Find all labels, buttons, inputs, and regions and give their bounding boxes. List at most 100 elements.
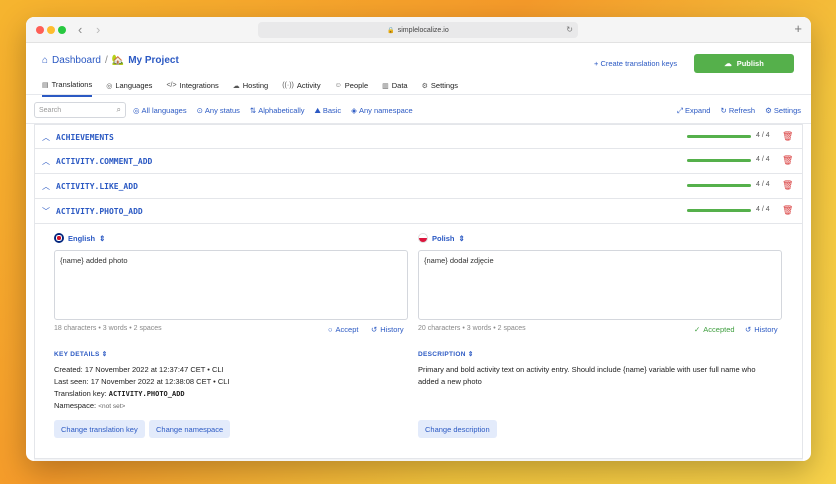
publish-button[interactable]: ☁ Publish	[694, 54, 794, 73]
settings-label: Settings	[773, 106, 801, 115]
check-circle-icon: ✓	[694, 325, 701, 334]
search-input[interactable]: Search ⌕	[34, 102, 126, 118]
trash-icon[interactable]: 🗑	[782, 205, 793, 216]
trash-icon[interactable]: 🗑	[782, 180, 793, 191]
url-text: simplelocalize.io	[397, 26, 449, 34]
settings-button[interactable]: ⚙ Settings	[765, 106, 801, 116]
accepted-label: Accepted	[703, 325, 735, 334]
english-stats: 18 characters • 3 words • 2 spaces	[54, 325, 162, 332]
globe-icon: ◎	[133, 106, 140, 115]
filter-label: Basic	[322, 106, 342, 115]
progress-label: 4 / 4	[756, 132, 770, 139]
chevron-updown-icon: ⇕	[467, 351, 474, 358]
circle-icon: ○	[328, 325, 333, 334]
database-icon: ▥	[382, 82, 389, 90]
key-details-title[interactable]: KEY DETAILS ⇕	[54, 350, 108, 358]
chevron-updown-icon: ⇕	[101, 351, 108, 358]
change-description-button[interactable]: Change description	[418, 420, 497, 438]
trash-icon[interactable]: 🗑	[782, 131, 793, 142]
browser-titlebar: ‹ › 🔒 simplelocalize.io ↻ +	[26, 17, 811, 43]
translation-key-value: ACTIVITY.PHOTO_ADD	[108, 390, 185, 398]
english-language-header[interactable]: English ⇕	[54, 233, 105, 243]
sort-filter[interactable]: ⇅ Alphabetically	[250, 106, 305, 116]
expand-button[interactable]: ⤢ Expand	[677, 106, 711, 116]
breadcrumb-separator: /	[104, 55, 108, 66]
create-translation-keys-link[interactable]: + Create translation keys	[594, 59, 677, 68]
language-label: Polish	[432, 233, 455, 243]
change-translation-key-button[interactable]: Change translation key	[54, 420, 145, 438]
polish-translation-field[interactable]: {name} dodał zdjęcie	[418, 250, 782, 320]
trash-icon[interactable]: 🗑	[782, 155, 793, 166]
filters-bar: ◎ All languages ⊙ Any status ⇅ Alphabetical…	[133, 106, 413, 116]
accept-button[interactable]: ○ Accept	[328, 325, 358, 334]
tab-label: Integrations	[179, 81, 219, 90]
history-label: History	[754, 325, 778, 334]
created-info: Created: 17 November 2022 at 12:37:47 CE…	[54, 365, 224, 374]
poland-flag-icon	[418, 233, 428, 243]
chevron-up-icon[interactable]: ︿	[42, 181, 50, 192]
key-details: Created: 17 November 2022 at 12:37:47 CE…	[54, 364, 230, 413]
key-row[interactable]: ︿ ACTIVITY.COMMENT_ADD 4 / 4 🗑	[34, 149, 803, 174]
address-bar[interactable]: 🔒 simplelocalize.io ↻	[258, 22, 578, 38]
progress-label: 4 / 4	[756, 181, 770, 188]
toolbar-actions: ⤢ Expand ↻ Refresh ⚙ Settings	[677, 106, 801, 116]
gear-icon: ⚙	[421, 82, 428, 90]
publish-label: Publish	[736, 59, 764, 68]
chevron-down-icon[interactable]: ﹀	[42, 206, 50, 217]
project-emoji-icon: 🏡	[111, 55, 125, 66]
reload-icon[interactable]: ↻	[566, 25, 573, 34]
browser-window: ‹ › 🔒 simplelocalize.io ↻ + ⌂ Dashboard …	[26, 17, 811, 461]
progress-label: 4 / 4	[756, 156, 770, 163]
progress-bar	[687, 209, 751, 212]
expand-icon: ⤢	[676, 106, 685, 115]
key-row[interactable]: ﹀ ACTIVITY.PHOTO_ADD 4 / 4 🗑	[34, 199, 803, 224]
filter-label: Alphabetically	[258, 106, 305, 115]
project-name[interactable]: My Project	[128, 55, 179, 66]
search-placeholder: Search	[39, 106, 62, 114]
minimize-window-button[interactable]	[47, 26, 55, 34]
refresh-label: Refresh	[728, 106, 756, 115]
all-languages-filter[interactable]: ◎ All languages	[133, 106, 187, 116]
change-namespace-button[interactable]: Change namespace	[149, 420, 231, 438]
tab-label: Data	[391, 81, 408, 90]
history-icon: ↺	[745, 325, 752, 334]
any-status-filter[interactable]: ⊙ Any status	[197, 106, 240, 116]
breadcrumb: ⌂ Dashboard / 🏡 My Project	[42, 55, 179, 66]
refresh-button[interactable]: ↻ Refresh	[720, 106, 755, 116]
tab-label: Hosting	[242, 81, 269, 90]
filter-label: Any namespace	[358, 106, 413, 115]
tab-label: Languages	[115, 81, 153, 90]
back-arrow-icon[interactable]: ‹	[78, 22, 82, 37]
chevron-up-icon[interactable]: ︿	[42, 156, 50, 167]
description-title[interactable]: DESCRIPTION ⇕	[418, 350, 474, 358]
description-text: Primary and bold activity text on activi…	[418, 365, 756, 386]
history-icon: ↺	[371, 325, 378, 334]
key-row[interactable]: ︿ ACTIVITY.LIKE_ADD 4 / 4 🗑	[34, 174, 803, 199]
accepted-status[interactable]: ✓ Accepted	[694, 325, 735, 334]
people-icon: ☺	[334, 82, 342, 89]
cloud-icon: ☁	[232, 82, 240, 90]
history-label: History	[380, 325, 404, 334]
progress-fill	[687, 209, 751, 212]
progress-bar	[687, 135, 751, 138]
tab-label: Translations	[51, 80, 93, 89]
filter-label: Any status	[204, 106, 240, 115]
chevron-up-icon[interactable]: ︿	[42, 132, 50, 143]
breadcrumb-dashboard-link[interactable]: Dashboard	[52, 55, 101, 66]
code-icon: </>	[166, 82, 177, 89]
close-window-button[interactable]	[36, 26, 44, 34]
english-translation-field[interactable]: {name} added photo	[54, 250, 408, 320]
gear-icon: ⚙	[765, 106, 774, 115]
key-name: ACHIEVEMENTS	[56, 133, 114, 142]
new-tab-button[interactable]: +	[794, 21, 802, 36]
english-history-button[interactable]: ↺ History	[371, 325, 404, 334]
forward-arrow-icon[interactable]: ›	[96, 22, 100, 37]
maximize-window-button[interactable]	[58, 26, 66, 34]
lock-icon: 🔒	[387, 27, 395, 34]
view-mode-filter[interactable]: ⛰ Basic	[315, 106, 342, 116]
namespace-filter[interactable]: ◈ Any namespace	[351, 106, 413, 116]
polish-language-header[interactable]: Polish ⇕	[418, 233, 465, 243]
key-row[interactable]: ︿ ACHIEVEMENTS 4 / 4 🗑	[34, 124, 803, 149]
polish-history-button[interactable]: ↺ History	[745, 325, 778, 334]
view-icon: ⛰	[314, 106, 321, 115]
